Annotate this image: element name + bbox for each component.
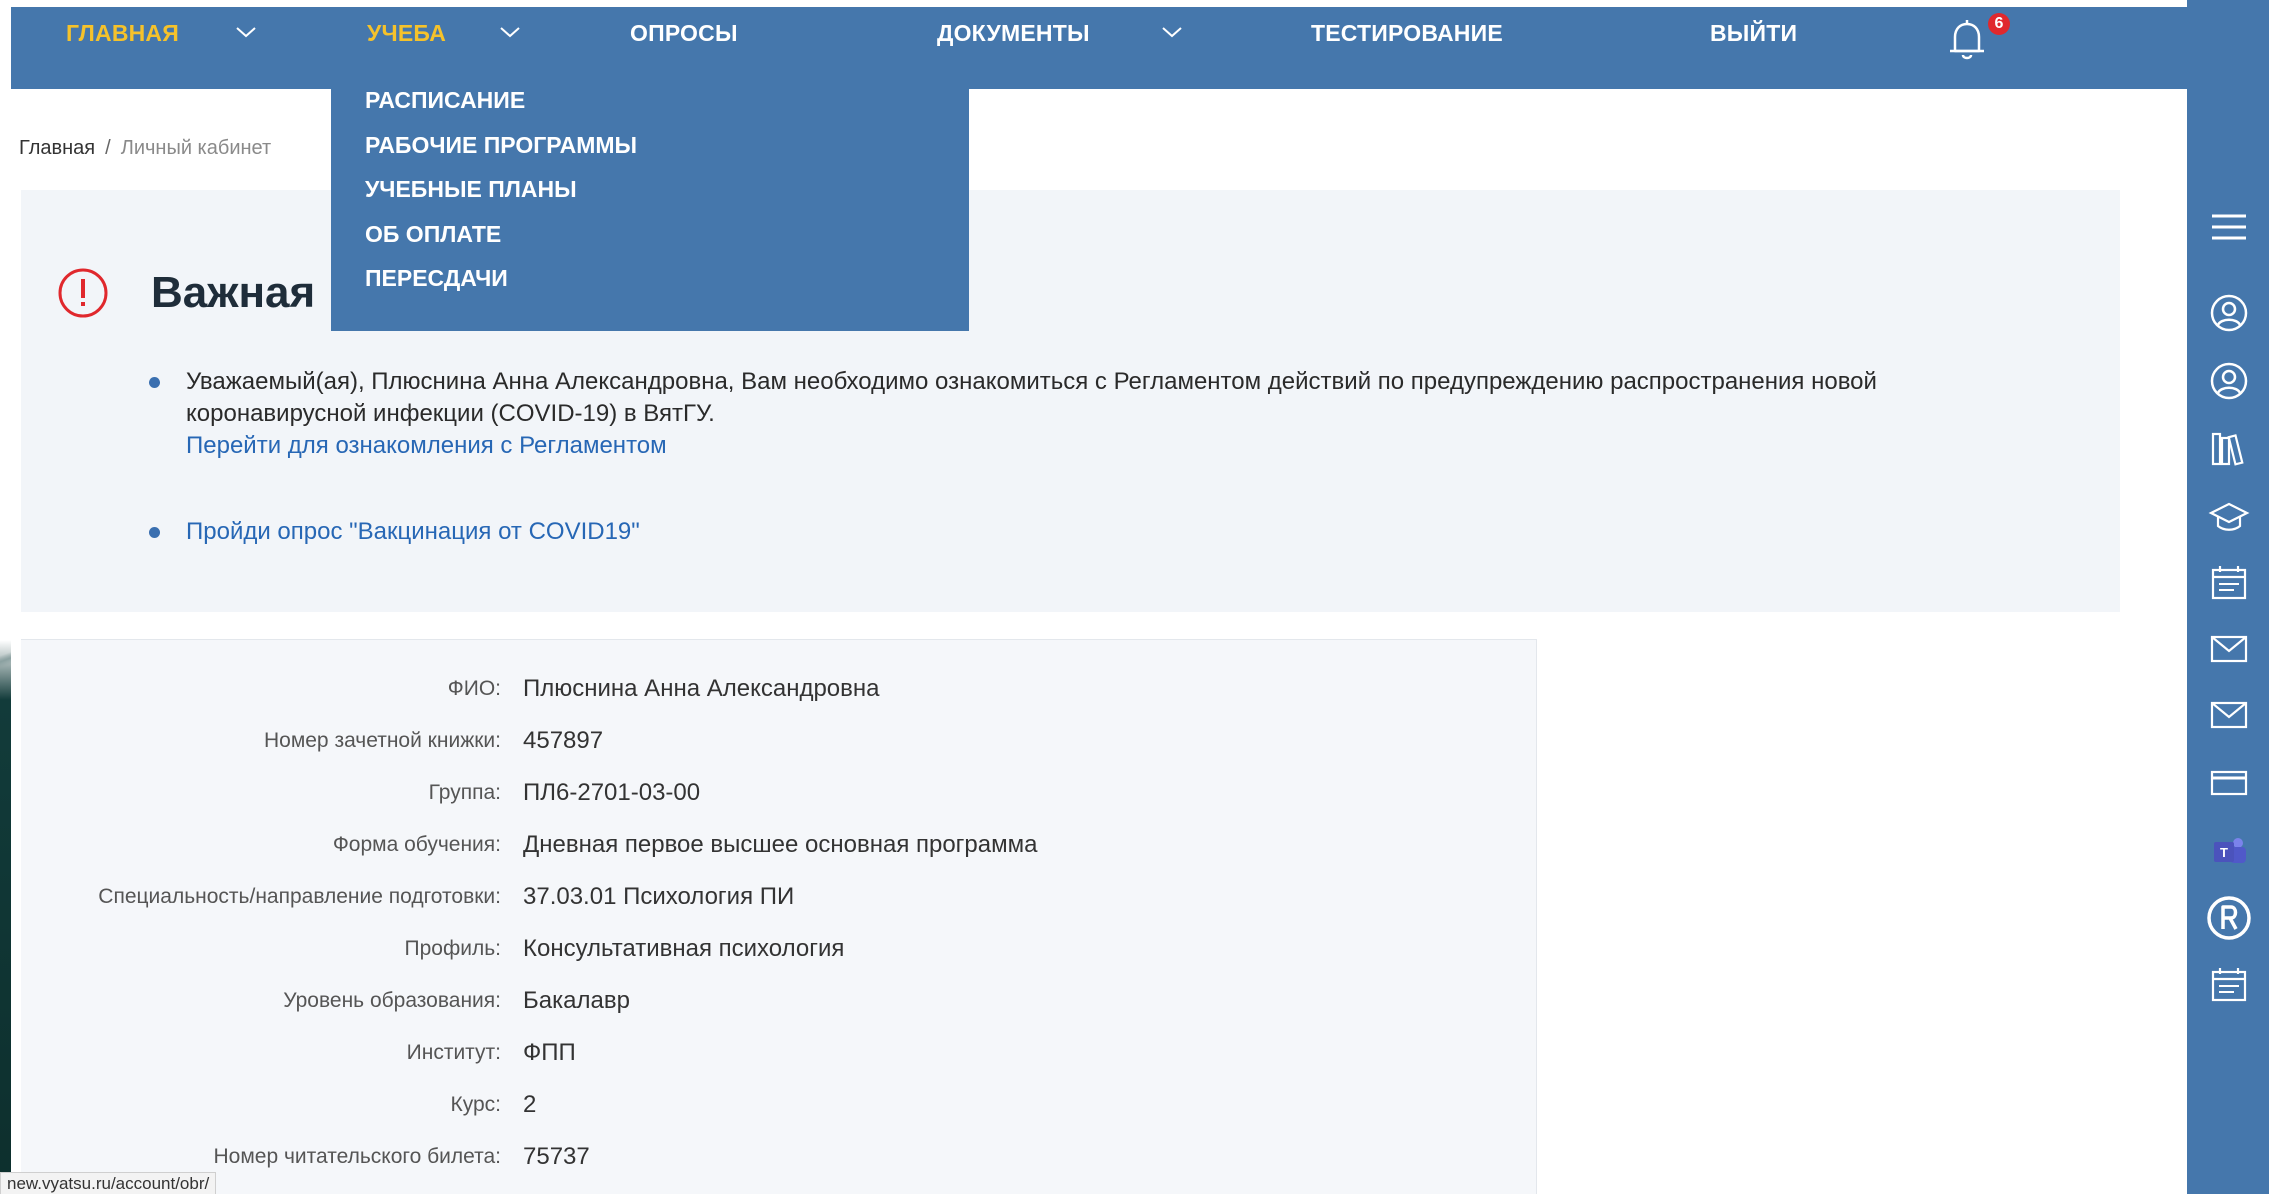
dropdown-item-retakes[interactable]: ПЕРЕСДАЧИ xyxy=(365,265,508,292)
profile-value-record-book: 457897 xyxy=(523,727,604,754)
profile-label-profile: Профиль: xyxy=(404,937,502,960)
profile-value-profile: Консультативная психология xyxy=(523,935,845,962)
profile-value-study-form: Дневная первое высшее основная программа xyxy=(523,831,1038,858)
bullet-icon xyxy=(149,527,160,538)
r-circle-icon[interactable] xyxy=(2205,894,2253,942)
page: ГЛАВНАЯ УЧЕБА ОПРОСЫ ДОКУМЕНТЫ ТЕСТИРОВА… xyxy=(11,7,2187,1194)
profile-label-study-form: Форма обучения: xyxy=(332,833,501,856)
graduation-cap-icon[interactable] xyxy=(2208,496,2250,538)
profile-label-institute: Институт: xyxy=(406,1041,501,1064)
calendar-icon[interactable] xyxy=(2208,562,2250,604)
important-title: Важная xyxy=(151,268,316,317)
dropdown-item-payment[interactable]: ОБ ОПЛАТЕ xyxy=(365,221,501,248)
exclamation-circle-icon xyxy=(58,268,108,318)
profile-value-specialty: 37.03.01 Психология ПИ xyxy=(523,883,795,910)
nav-item-testing[interactable]: ТЕСТИРОВАНИЕ xyxy=(1311,7,1503,59)
menu-icon[interactable] xyxy=(2208,206,2250,248)
notification-badge[interactable]: 6 xyxy=(1988,13,2010,35)
profile-label-education-level: Уровень образования: xyxy=(283,989,501,1012)
study-dropdown-menu: РАСПИСАНИЕ РАБОЧИЕ ПРОГРАММЫ УЧЕБНЫЕ ПЛА… xyxy=(331,55,969,331)
left-background-edge-line xyxy=(0,600,11,720)
profile-value-education-level: Бакалавр xyxy=(523,987,630,1014)
profile-value-institute: ФПП xyxy=(523,1039,576,1066)
profile-label-course: Курс: xyxy=(450,1093,501,1116)
breadcrumb: Главная / Личный кабинет xyxy=(19,137,271,160)
profile-value-library-card: 75737 xyxy=(523,1143,590,1170)
chevron-down-icon[interactable] xyxy=(235,21,257,43)
nav-item-logout[interactable]: ВЫЙТИ xyxy=(1710,7,1797,59)
status-bar-url: new.vyatsu.ru/account/obr/ xyxy=(0,1172,217,1194)
chevron-down-icon[interactable] xyxy=(499,21,521,43)
breadcrumb-home[interactable]: Главная xyxy=(19,137,95,159)
profile-label-group: Группа: xyxy=(428,781,501,804)
breadcrumb-separator: / xyxy=(105,137,111,159)
library-books-icon[interactable] xyxy=(2208,428,2250,470)
bell-icon[interactable] xyxy=(1941,13,1993,65)
profile-value-group: ПЛ6-2701-03-00 xyxy=(523,779,701,806)
breadcrumb-current: Личный кабинет xyxy=(120,137,272,159)
vaccination-survey-link[interactable]: Пройди опрос "Вакцинация от COVID19" xyxy=(186,516,640,548)
dropdown-item-work-programs[interactable]: РАБОЧИЕ ПРОГРАММЫ xyxy=(365,132,637,159)
profile-value-course: 2 xyxy=(523,1091,537,1118)
nav-item-study[interactable]: УЧЕБА xyxy=(367,7,446,59)
profile-label-name: ФИО: xyxy=(447,677,501,700)
nav-item-documents[interactable]: ДОКУМЕНТЫ xyxy=(937,7,1090,59)
calendar-icon[interactable] xyxy=(2208,964,2250,1006)
dropdown-item-study-plans[interactable]: УЧЕБНЫЕ ПЛАНЫ xyxy=(365,176,577,203)
left-background-edge xyxy=(0,0,11,1194)
bullet-icon xyxy=(149,377,160,388)
profile-label-library-card: Номер читательского билета: xyxy=(213,1145,501,1168)
nav-item-home[interactable]: ГЛАВНАЯ xyxy=(66,7,179,59)
profile-label-specialty: Специальность/направление подготовки: xyxy=(98,885,501,908)
profile-info-card: ФИО: Плюснина Анна Александровна Номер з… xyxy=(21,639,1537,1194)
right-sidebar: T xyxy=(2187,0,2269,1194)
covid-message-line1: Уважаемый(ая), Плюснина Анна Александров… xyxy=(186,368,1877,395)
svg-text:T: T xyxy=(2220,845,2228,860)
dropdown-item-schedule[interactable]: РАСПИСАНИЕ xyxy=(365,87,525,114)
chevron-down-icon[interactable] xyxy=(1161,21,1183,43)
reglament-link[interactable]: Перейти для ознакомления с Регламентом xyxy=(186,430,667,462)
user-circle-icon[interactable] xyxy=(2208,292,2250,334)
nav-item-surveys[interactable]: ОПРОСЫ xyxy=(630,7,738,59)
mail-icon[interactable] xyxy=(2208,694,2250,736)
card-icon[interactable] xyxy=(2208,762,2250,804)
teams-icon[interactable]: T xyxy=(2208,830,2250,872)
user-circle-icon[interactable] xyxy=(2208,360,2250,402)
profile-value-name: Плюснина Анна Александровна xyxy=(523,675,880,702)
covid-message-line2: коронавирусной инфекции (COVID-19) в Вят… xyxy=(186,400,715,427)
mail-icon[interactable] xyxy=(2208,628,2250,670)
profile-label-record-book: Номер зачетной книжки: xyxy=(263,729,501,752)
